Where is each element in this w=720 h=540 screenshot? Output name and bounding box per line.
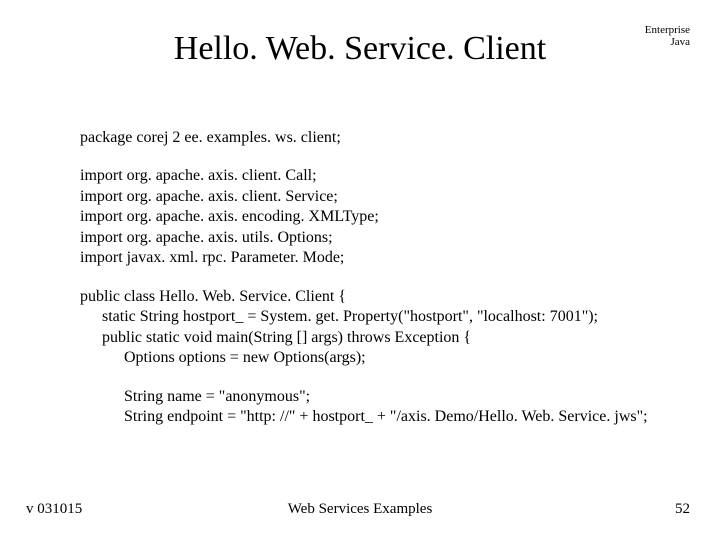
code-hostport: static String hostport_ = System. get. P… [80,307,680,327]
footer-title: Web Services Examples [0,501,720,518]
slide: Enterprise Java Hello. Web. Service. Cli… [0,0,720,540]
code-package: package corej 2 ee. examples. ws. client… [80,128,680,148]
code-body: package corej 2 ee. examples. ws. client… [80,128,680,446]
slide-title: Hello. Web. Service. Client [0,30,720,68]
code-main-sig: public static void main(String [] args) … [80,328,680,348]
code-name-line: String name = "anonymous"; [80,387,680,407]
code-class-decl: public class Hello. Web. Service. Client… [80,287,680,307]
code-endpoint-line: String endpoint = "http: //" + hostport_… [80,407,680,427]
footer-page-number: 52 [675,501,690,518]
code-imports: import org. apache. axis. client. Call; … [80,166,680,268]
code-options: Options options = new Options(args); [80,348,680,368]
